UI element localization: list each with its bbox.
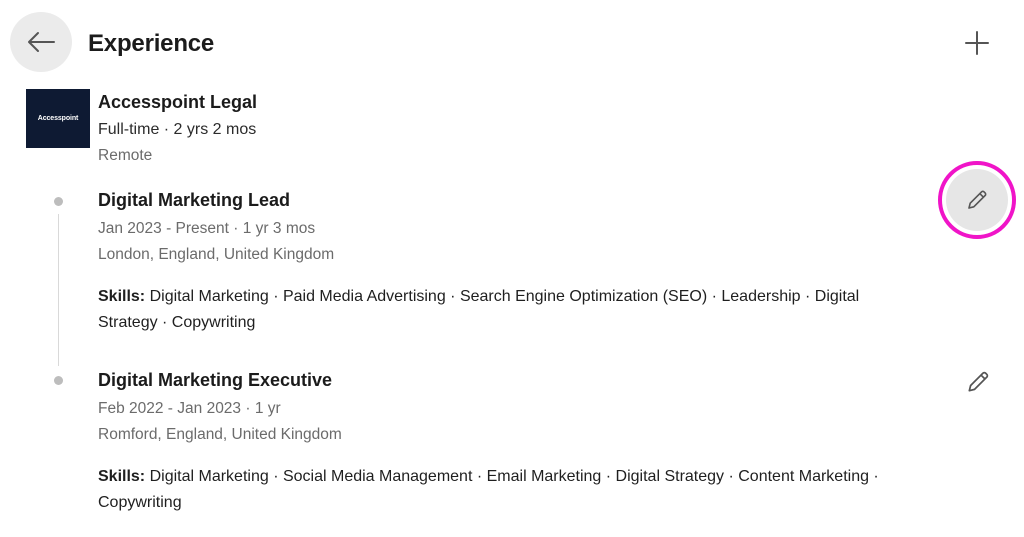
role-skills: Skills: Digital Marketing · Social Media… — [98, 464, 998, 516]
company-location: Remote — [98, 147, 153, 164]
edit-role-button[interactable] — [938, 161, 1016, 239]
edit-role-button[interactable] — [958, 362, 998, 402]
skills-line-1: Digital Marketing · Paid Media Advertisi… — [145, 288, 860, 305]
role-location: London, England, United Kingdom — [98, 246, 335, 263]
role-title: Digital Marketing Executive — [98, 370, 333, 390]
company-name[interactable]: Accesspoint Legal — [98, 92, 257, 113]
company-logo-text: Accesspoint — [37, 115, 79, 122]
skills-line-2: Copywriting — [98, 494, 182, 511]
experience-page: Experience Accesspoint Accesspoint Legal… — [0, 0, 1024, 537]
role-dates: Jan 2023 - Present · 1 yr 3 mos — [98, 220, 316, 237]
skills-label: Skills: — [98, 468, 146, 485]
skills-line-2: Strategy · Copywriting — [98, 314, 256, 331]
back-button[interactable] — [10, 12, 72, 72]
timeline-dot — [54, 197, 63, 206]
skills-label: Skills: — [98, 288, 146, 305]
page-title: Experience — [88, 30, 215, 57]
company-logo[interactable]: Accesspoint — [26, 89, 90, 148]
role-dates: Feb 2022 - Jan 2023 · 1 yr — [98, 400, 281, 417]
pencil-icon — [968, 190, 987, 209]
role-skills: Skills: Digital Marketing · Paid Media A… — [98, 284, 998, 336]
role-title: Digital Marketing Lead — [98, 190, 291, 210]
plus-icon — [965, 31, 989, 55]
edit-button-background — [946, 169, 1008, 231]
pencil-icon — [968, 371, 989, 392]
add-experience-button[interactable] — [958, 24, 996, 62]
timeline-dot — [54, 376, 63, 385]
arrow-left-icon — [28, 32, 55, 52]
company-employment-meta: Full-time · 2 yrs 2 mos — [98, 121, 257, 138]
skills-line-1: Digital Marketing · Social Media Managem… — [145, 468, 879, 485]
timeline-line — [58, 214, 59, 366]
role-location: Romford, England, United Kingdom — [98, 426, 342, 443]
